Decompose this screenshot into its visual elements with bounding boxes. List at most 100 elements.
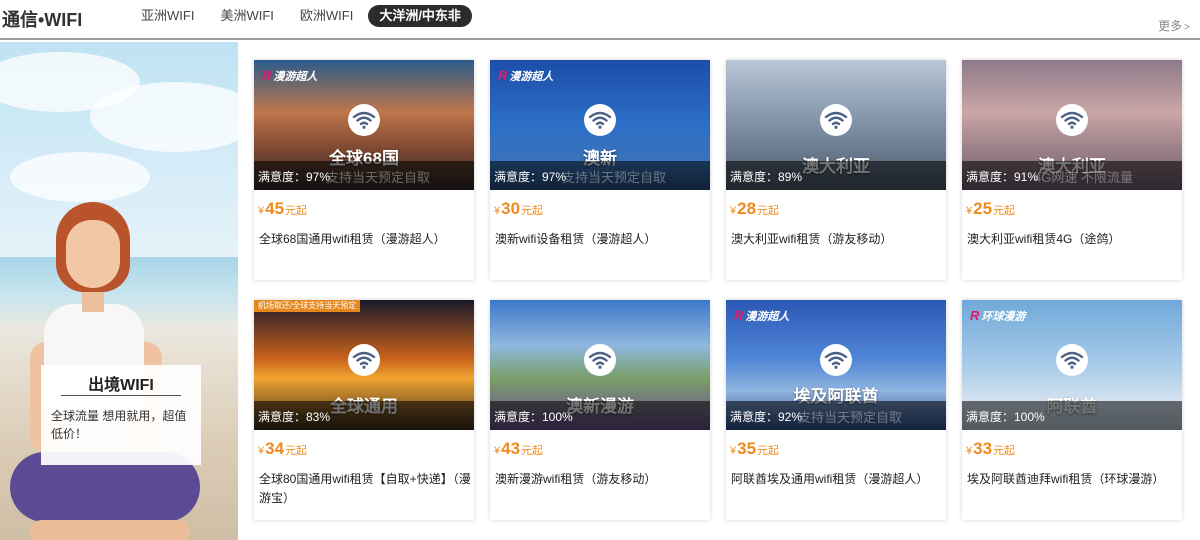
photo-tagline: 支持当天预定自取 [798, 410, 903, 425]
price-value: 28 [737, 199, 757, 218]
satisfaction-bar: 满意度：92% 支持当天预定自取 [726, 401, 946, 430]
product-photo: 澳大利亚满意度：91%4G网速 不限流量 [962, 60, 1182, 190]
product-card[interactable]: 机场取还/全球支持当天预定全球通用满意度：83% ¥34元起全球80国通用wifi… [254, 300, 474, 520]
product-name[interactable]: 澳大利亚wifi租赁4G（途鸽） [967, 230, 1179, 249]
satisfaction-rating: 满意度：92% [730, 410, 803, 424]
product-price: ¥25元起 [966, 199, 1015, 219]
more-link[interactable]: 更多 > [1158, 17, 1190, 34]
price-suffix: 元起 [285, 445, 308, 457]
photo-tagline: 支持当天预定自取 [562, 170, 667, 185]
price-suffix: 元起 [521, 445, 544, 457]
satisfaction-rating: 满意度：100% [494, 410, 573, 424]
price-value: 25 [973, 199, 993, 218]
product-card[interactable]: R 漫游超人 埃及阿联酋 满意度：92% 支持当天预定自取 ¥35元起阿联酋埃及通用wif… [726, 300, 946, 520]
currency-symbol: ¥ [258, 205, 265, 217]
tab-oceania-mideast-africa[interactable]: 大洋洲/中东非 [368, 5, 472, 27]
price-value: 45 [265, 199, 285, 218]
price-value: 43 [501, 439, 521, 458]
satisfaction-bar: 满意度：97% 支持当天预定自取 [254, 161, 474, 190]
wifi-icon [348, 344, 380, 376]
product-price: ¥45元起 [258, 199, 307, 219]
currency-symbol: ¥ [966, 445, 973, 457]
brand-logo: R 漫游超人 [498, 68, 553, 84]
wifi-icon [1056, 344, 1088, 376]
region-tabs: 亚洲WIFI 美洲WIFI 欧洲WIFI 大洋洲/中东非 [130, 5, 472, 27]
product-card[interactable]: R 漫游超人 澳新 满意度：97% 支持当天预定自取 ¥30元起澳新wifi设备租赁（漫游… [490, 60, 710, 280]
banner-caption: 出境WIFI 全球流量 想用就用，超值低价！ [41, 365, 201, 465]
wifi-icon [348, 104, 380, 136]
brand-logo-label: 漫游超人 [745, 311, 790, 323]
brand-logo-icon: R [970, 308, 980, 323]
tab-americas-wifi[interactable]: 美洲WIFI [209, 5, 284, 27]
product-name[interactable]: 澳新wifi设备租赁（漫游超人） [495, 230, 707, 249]
currency-symbol: ¥ [730, 445, 737, 457]
wifi-icon [820, 344, 852, 376]
wifi-icon [1056, 104, 1088, 136]
product-card[interactable]: R 漫游超人 全球68国 满意度：97% 支持当天预定自取 ¥45元起全球68国通用wif… [254, 60, 474, 280]
tab-europe-wifi[interactable]: 欧洲WIFI [289, 5, 364, 27]
satisfaction-bar: 满意度：91% 4G网速 不限流量 [962, 161, 1182, 190]
product-photo: R环球漫游阿联酋满意度：100% [962, 300, 1182, 430]
product-photo: R 漫游超人 全球68国 满意度：97% 支持当天预定自取 [254, 60, 474, 190]
satisfaction-rating: 满意度：83% [258, 410, 331, 424]
satisfaction-bar: 满意度：100% [962, 401, 1182, 430]
brand-logo-label: 环球漫游 [981, 311, 1026, 323]
satisfaction-bar: 满意度：97% 支持当天预定自取 [490, 161, 710, 190]
brand-logo-icon: R [734, 308, 744, 323]
product-price: ¥34元起 [258, 439, 307, 459]
product-name[interactable]: 阿联酋埃及通用wifi租赁（漫游超人） [731, 470, 943, 489]
person-face [66, 220, 120, 288]
more-label: 更多 [1158, 19, 1183, 33]
satisfaction-bar: 满意度：100% [490, 401, 710, 430]
price-value: 34 [265, 439, 285, 458]
brand-logo-icon: R [498, 68, 508, 83]
brand-logo-label: 漫游超人 [509, 71, 554, 83]
cloud-shape [10, 152, 150, 202]
product-photo: 澳新漫游满意度：100% [490, 300, 710, 430]
product-name[interactable]: 埃及阿联酋迪拜wifi租赁（环球漫游） [967, 470, 1179, 489]
product-price: ¥28元起 [730, 199, 779, 219]
product-name[interactable]: 澳新漫游wifi租赁（游友移动） [495, 470, 707, 489]
wifi-icon [820, 104, 852, 136]
brand-logo: R 漫游超人 [734, 308, 789, 324]
currency-symbol: ¥ [494, 445, 501, 457]
product-photo: R 漫游超人 埃及阿联酋 满意度：92% 支持当天预定自取 [726, 300, 946, 430]
product-price: ¥35元起 [730, 439, 779, 459]
photo-tagline: 支持当天预定自取 [326, 170, 431, 185]
product-photo: R 漫游超人 澳新 满意度：97% 支持当天预定自取 [490, 60, 710, 190]
price-suffix: 元起 [285, 205, 308, 217]
product-price: ¥43元起 [494, 439, 543, 459]
satisfaction-rating: 满意度：89% [730, 170, 803, 184]
tab-asia-wifi[interactable]: 亚洲WIFI [130, 5, 205, 27]
section-header: 通信•WIFI 亚洲WIFI 美洲WIFI 欧洲WIFI 大洋洲/中东非 更多 > [0, 0, 1200, 40]
brand-logo-label: 漫游超人 [273, 71, 318, 83]
promo-banner[interactable]: 出境WIFI 全球流量 想用就用，超值低价！ [0, 42, 238, 540]
price-suffix: 元起 [993, 205, 1016, 217]
price-value: 30 [501, 199, 521, 218]
wifi-icon [584, 104, 616, 136]
satisfaction-rating: 满意度：100% [966, 410, 1045, 424]
promo-tag: 机场取还/全球支持当天预定 [254, 300, 361, 312]
price-suffix: 元起 [521, 205, 544, 217]
brand-logo: R 漫游超人 [262, 68, 317, 84]
product-card[interactable]: 澳新漫游满意度：100% ¥43元起澳新漫游wifi租赁（游友移动） [490, 300, 710, 520]
section-title: 通信•WIFI [2, 10, 83, 30]
currency-symbol: ¥ [966, 205, 973, 217]
product-name[interactable]: 澳大利亚wifi租赁（游友移动） [731, 230, 943, 249]
divider [61, 395, 181, 396]
product-photo: 机场取还/全球支持当天预定全球通用满意度：83% [254, 300, 474, 430]
satisfaction-rating: 满意度：97% [258, 170, 331, 184]
product-card[interactable]: R环球漫游阿联酋满意度：100% ¥33元起埃及阿联酋迪拜wifi租赁（环球漫游） [962, 300, 1182, 520]
price-suffix: 元起 [993, 445, 1016, 457]
banner-title: 出境WIFI [88, 377, 154, 394]
product-price: ¥30元起 [494, 199, 543, 219]
product-photo: 澳大利亚满意度：89% [726, 60, 946, 190]
product-name[interactable]: 全球80国通用wifi租赁【自取+快递】（漫游宝） [259, 470, 471, 508]
product-price: ¥33元起 [966, 439, 1015, 459]
product-card[interactable]: 澳大利亚满意度：91%4G网速 不限流量 ¥25元起澳大利亚wifi租赁4G（途鸽… [962, 60, 1182, 280]
brand-logo: R 环球漫游 [970, 308, 1025, 324]
price-value: 35 [737, 439, 757, 458]
product-name[interactable]: 全球68国通用wifi租赁（漫游超人） [259, 230, 471, 249]
price-suffix: 元起 [757, 205, 780, 217]
product-card[interactable]: 澳大利亚满意度：89% ¥28元起澳大利亚wifi租赁（游友移动） [726, 60, 946, 280]
